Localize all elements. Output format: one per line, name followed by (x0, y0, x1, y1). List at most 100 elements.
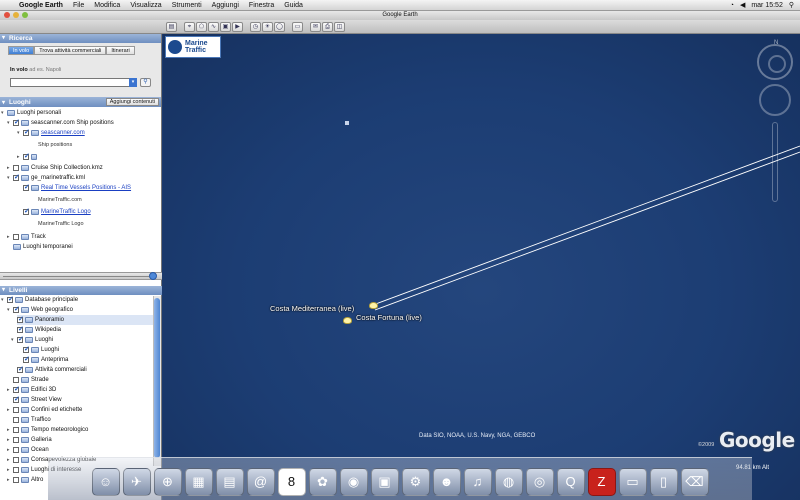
search-input[interactable] (10, 78, 136, 87)
ship-icon[interactable] (343, 317, 352, 324)
tab-trova-attivita[interactable]: Trova attività commerciali (34, 46, 107, 55)
list-item[interactable]: Real Time Vessels Positions - AIS (17, 183, 131, 193)
planets-icon[interactable]: ◯ (274, 21, 285, 32)
email-icon[interactable]: ✉ (310, 21, 321, 32)
checkbox[interactable] (13, 385, 20, 393)
map-view[interactable]: Marine Traffic N Costa Mediterranea (live… (163, 34, 800, 500)
checkbox[interactable] (13, 305, 20, 313)
zoom-window-icon[interactable] (22, 12, 28, 18)
list-item[interactable]: ▸ Track (7, 232, 46, 242)
sidebar-icon[interactable]: ▤ (166, 21, 177, 32)
spotlight-icon[interactable]: ⚲ (789, 1, 794, 9)
tab-in-volo[interactable]: In volo (8, 46, 35, 55)
photo-booth-icon[interactable]: ◉ (339, 468, 368, 496)
marinetraffic-logo[interactable]: Marine Traffic (165, 36, 221, 58)
print-icon[interactable]: ⎙ (322, 21, 333, 32)
finder-icon[interactable]: ☺ (91, 468, 120, 496)
checkbox[interactable] (13, 447, 19, 453)
list-item[interactable]: Strade (7, 375, 49, 385)
filezilla-icon[interactable]: Z (587, 468, 616, 496)
ichat-icon[interactable]: ☻ (432, 468, 461, 496)
menu-file[interactable]: File (68, 2, 89, 9)
checkbox[interactable] (13, 165, 19, 171)
slider-knob[interactable] (149, 272, 157, 280)
polygon-icon[interactable]: ⬠ (196, 21, 207, 32)
ship-icon[interactable] (369, 302, 378, 309)
checkbox[interactable] (13, 173, 20, 181)
calculator-icon[interactable]: ▦ (184, 468, 213, 496)
list-item[interactable]: Attività commerciali (17, 365, 87, 375)
ship-label[interactable]: Costa Fortuna (live) (356, 313, 422, 322)
path-icon[interactable]: ∿ (208, 21, 219, 32)
scrollbar-thumb[interactable] (154, 298, 160, 458)
tour-icon[interactable]: ▶ (232, 21, 243, 32)
checkbox[interactable] (17, 325, 24, 333)
add-content-button[interactable]: Aggiungi contenuti (105, 98, 159, 106)
list-item[interactable]: Luoghi (23, 345, 59, 355)
checkbox[interactable] (7, 295, 14, 303)
list-item[interactable]: ▾Database principale (1, 295, 78, 305)
checkbox[interactable] (13, 437, 19, 443)
address-book-icon[interactable]: @ (246, 468, 275, 496)
ical-icon[interactable]: 8 (277, 468, 306, 496)
list-item[interactable]: ▸ Ocean (7, 445, 49, 455)
safari-icon[interactable]: ⊕ (153, 468, 182, 496)
list-item[interactable]: Panoramio (17, 315, 153, 325)
ship-label[interactable]: Costa Mediterranea (live) (270, 304, 354, 313)
historical-imagery-icon[interactable]: ◷ (250, 21, 261, 32)
compass-ring[interactable]: N (757, 40, 793, 80)
search-icon[interactable]: ⚲ (140, 78, 151, 87)
menu-app-name[interactable]: Google Earth (14, 2, 68, 9)
checkbox[interactable] (17, 315, 24, 323)
clock[interactable]: mar 15:52 (751, 2, 783, 9)
menu-visualizza[interactable]: Visualizza (125, 2, 166, 9)
checkbox[interactable] (13, 417, 19, 423)
menu-guida[interactable]: Guida (279, 2, 308, 9)
transparency-slider[interactable] (3, 276, 149, 277)
checkbox[interactable] (13, 467, 19, 473)
document-icon[interactable]: ▯ (649, 468, 678, 496)
checkbox[interactable] (23, 183, 30, 191)
list-item[interactable]: ▸ Tempo meteorologico (7, 425, 88, 435)
mail-icon[interactable]: ✈ (122, 468, 151, 496)
list-item[interactable]: Wikipedia (17, 325, 61, 335)
search-header[interactable]: Ricerca (0, 34, 161, 43)
checkbox[interactable] (23, 207, 30, 215)
list-item[interactable]: ▾ge_marinetraffic.kml (7, 173, 85, 183)
zoom-slider[interactable] (772, 122, 778, 202)
checkbox[interactable] (23, 152, 30, 160)
minimize-window-icon[interactable] (13, 12, 19, 18)
list-item[interactable]: ▾seascanner.com (17, 128, 85, 138)
checkbox[interactable] (23, 128, 30, 136)
places-title[interactable]: Luoghi (0, 99, 31, 106)
checkbox[interactable] (13, 457, 19, 463)
list-item[interactable]: Luoghi temporanei (7, 242, 73, 252)
checkbox[interactable] (13, 377, 19, 383)
list-item[interactable]: ▾Luoghi (11, 335, 53, 345)
list-item[interactable]: ▸ Cruise Ship Collection.kmz (7, 163, 103, 173)
checkbox[interactable] (17, 365, 24, 373)
ruler-icon[interactable]: ▭ (292, 21, 303, 32)
list-item[interactable]: ▾seascanner.com Ship positions (7, 118, 114, 128)
tab-itinerari[interactable]: Itinerari (106, 46, 135, 55)
preview-icon[interactable]: ▤ (215, 468, 244, 496)
list-item[interactable]: MarineTraffic Logo (17, 207, 91, 217)
list-item[interactable]: Traffico (7, 415, 51, 425)
quicktime-icon[interactable]: Q (556, 468, 585, 496)
google-earth-icon[interactable]: ◍ (494, 468, 523, 496)
marker-icon[interactable] (345, 121, 349, 125)
menu-aggiungi[interactable]: Aggiungi (207, 2, 244, 9)
list-item[interactable]: ▸ Galleria (7, 435, 52, 445)
trash-icon[interactable]: ⌫ (680, 468, 709, 496)
overlay-icon[interactable]: ▣ (220, 21, 231, 32)
checkbox[interactable] (13, 395, 20, 403)
checkbox[interactable] (23, 345, 30, 353)
list-item[interactable]: Anteprima (23, 355, 68, 365)
expose-icon[interactable]: ▣ (370, 468, 399, 496)
system-preferences-icon[interactable]: ⚙ (401, 468, 430, 496)
list-item[interactable]: Street View (7, 395, 62, 405)
look-joystick[interactable] (759, 84, 791, 116)
close-window-icon[interactable] (4, 12, 10, 18)
list-item[interactable]: ▸ Confini ed etichette (7, 405, 82, 415)
list-item[interactable]: ▸ (17, 152, 39, 162)
